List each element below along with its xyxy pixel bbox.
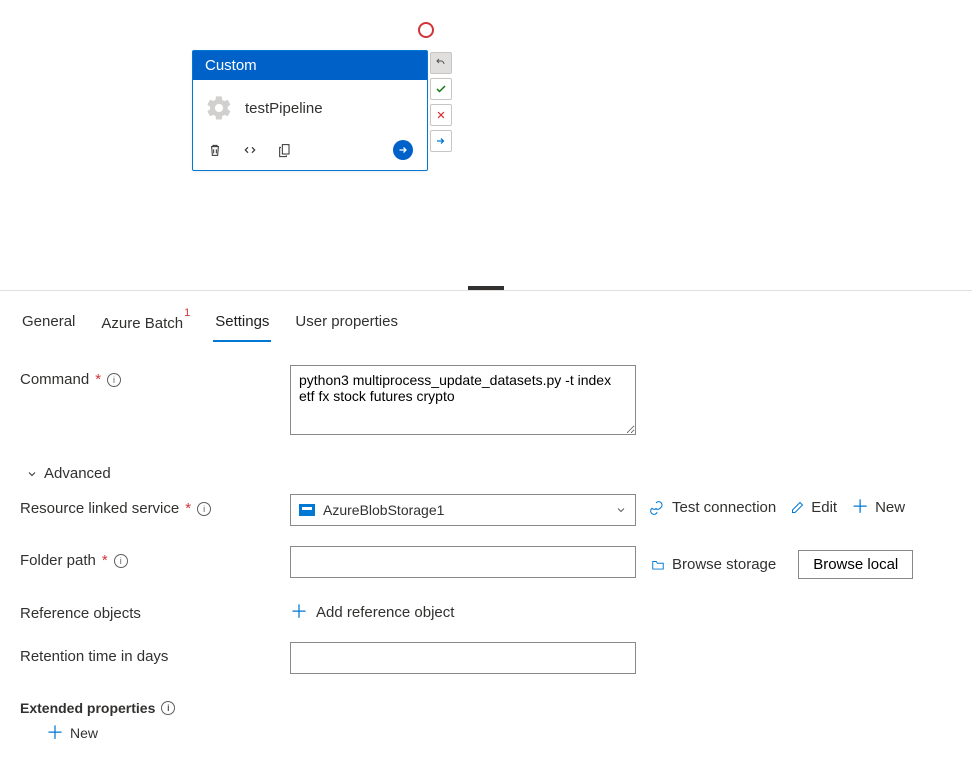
skip-icon[interactable] [430, 130, 452, 152]
resource-linked-service-label: Resource linked service*i [20, 494, 290, 517]
browse-storage-button[interactable]: Browse storage [650, 556, 776, 573]
chevron-down-icon [26, 468, 38, 480]
tab-general[interactable]: General [20, 307, 77, 342]
copy-icon[interactable] [277, 142, 293, 158]
browse-local-button[interactable]: Browse local [798, 550, 913, 579]
test-connection-button[interactable]: Test connection [650, 499, 776, 516]
extended-properties-label: Extended propertiesi [20, 694, 290, 716]
info-icon[interactable]: i [114, 554, 128, 568]
extended-properties-new-button[interactable]: ＋ New [20, 718, 952, 742]
info-icon[interactable]: i [107, 373, 121, 387]
storage-icon [299, 504, 315, 516]
command-input[interactable] [290, 365, 636, 435]
edit-button[interactable]: Edit [790, 499, 837, 516]
plus-icon: ＋ [851, 498, 869, 516]
activity-name: testPipeline [245, 100, 323, 117]
pencil-icon [790, 500, 805, 515]
success-icon[interactable] [430, 78, 452, 100]
command-label: Command*i [20, 365, 290, 388]
plus-icon: ＋ [290, 603, 308, 621]
chevron-down-icon [615, 504, 627, 516]
advanced-toggle[interactable]: Advanced [20, 455, 952, 494]
code-icon[interactable] [241, 142, 259, 158]
info-icon[interactable]: i [197, 502, 211, 516]
add-reference-object-button[interactable]: ＋ Add reference object [290, 599, 454, 621]
tab-azure-batch-label: Azure Batch [101, 315, 183, 332]
tab-azure-batch[interactable]: Azure Batch1 [99, 307, 191, 342]
retention-time-label: Retention time in days [20, 642, 290, 665]
settings-panel: Command*i Advanced Resource linked servi… [0, 343, 972, 762]
resource-linked-service-select[interactable]: AzureBlobStorage1 [290, 494, 636, 526]
activity-type-label: Custom [193, 51, 427, 80]
undo-icon[interactable] [430, 52, 452, 74]
panel-divider [0, 290, 972, 291]
validation-marker-icon [418, 22, 434, 38]
retention-time-input[interactable] [290, 642, 636, 674]
plug-icon [650, 499, 666, 515]
gear-icon [205, 94, 233, 122]
folder-path-label: Folder path*i [20, 546, 290, 569]
properties-tabs: General Azure Batch1 Settings User prope… [0, 291, 972, 343]
plus-icon: ＋ [46, 724, 64, 742]
info-icon[interactable]: i [161, 701, 175, 715]
failure-icon[interactable] [430, 104, 452, 126]
tab-settings[interactable]: Settings [213, 307, 271, 342]
tab-user-properties[interactable]: User properties [293, 307, 400, 342]
pipeline-canvas[interactable]: Custom testPipeline [0, 0, 972, 290]
folder-icon [650, 558, 666, 572]
tab-azure-batch-badge: 1 [184, 307, 190, 319]
activity-card-custom[interactable]: Custom testPipeline [192, 50, 428, 171]
execute-icon[interactable] [393, 140, 413, 160]
new-linked-service-button[interactable]: ＋ New [851, 498, 905, 516]
delete-icon[interactable] [207, 142, 223, 158]
activity-side-toolbar [430, 52, 452, 152]
folder-path-input[interactable] [290, 546, 636, 578]
reference-objects-label: Reference objects [20, 599, 290, 622]
resize-handle[interactable] [468, 286, 504, 290]
